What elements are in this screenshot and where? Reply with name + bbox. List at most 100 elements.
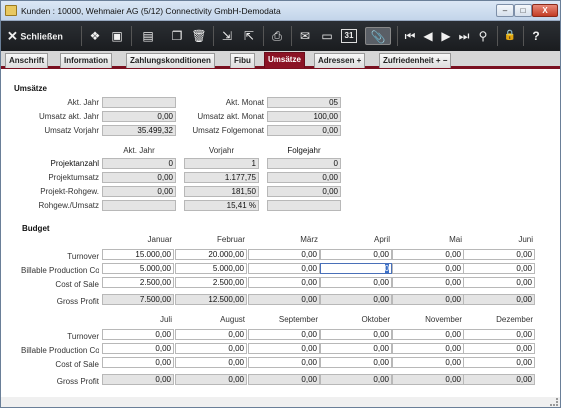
cost-of-sale-cell[interactable]: 0,00	[392, 277, 464, 288]
billable-cell[interactable]: 0	[320, 263, 392, 274]
help-icon[interactable]: ?	[529, 27, 543, 45]
rohgew-umsatz-label: Rohgew./Umsatz	[38, 201, 99, 210]
billable-cell[interactable]: 0,00	[320, 343, 392, 354]
billable-cell[interactable]: 0,00	[463, 263, 535, 274]
minimize-button[interactable]: –	[496, 4, 514, 17]
tab-zufriedenheit[interactable]: Zufriedenheit + −	[379, 53, 452, 68]
document-menu-icon[interactable]: ▤	[137, 27, 159, 45]
billable-cell[interactable]: 5.000,00	[175, 263, 247, 274]
first-record-icon[interactable]: ⏮	[403, 27, 417, 45]
turnover-cell[interactable]: 0,00	[320, 329, 392, 340]
billable-cell[interactable]: 5.000,00	[102, 263, 174, 274]
tab-information[interactable]: Information	[60, 53, 112, 68]
projekt-header-vorjahr: Vorjahr	[208, 146, 235, 155]
tab-adressen[interactable]: Adressen +	[314, 53, 366, 68]
akt-monat-label: Akt. Monat	[225, 98, 264, 107]
window-close-button[interactable]: X	[532, 4, 558, 17]
projekt-rohgew-akt-jahr: 0,00	[102, 186, 176, 197]
tab-anschrift[interactable]: Anschrift	[5, 53, 49, 68]
attach-icon[interactable]: 📎	[365, 27, 391, 45]
tab-zahlungskonditionen[interactable]: Zahlungskonditionen	[126, 53, 215, 68]
billable-cell[interactable]: 0,00	[392, 263, 464, 274]
turnover-cell[interactable]: 0,00	[463, 249, 535, 260]
cost-of-sale-cell[interactable]: 0,00	[175, 357, 247, 368]
month-header: Februar	[216, 235, 245, 244]
search-icon[interactable]: ⚲	[475, 27, 491, 45]
cost-of-sale-cell[interactable]: 2.500,00	[102, 277, 174, 288]
billable-cell[interactable]: 0,00	[102, 343, 174, 354]
turnover-cell[interactable]: 0,00	[175, 329, 247, 340]
turnover-cell[interactable]: 0,00	[463, 329, 535, 340]
turnover-cell[interactable]: 20.000,00	[175, 249, 247, 260]
export-icon[interactable]: ⇱	[241, 27, 257, 45]
turnover-cell[interactable]: 0,00	[392, 329, 464, 340]
billable-cell[interactable]: 0,00	[175, 343, 247, 354]
cost-of-sale-cell[interactable]: 0,00	[392, 357, 464, 368]
resize-grip[interactable]	[550, 398, 558, 406]
billable-cell[interactable]: 0,00	[248, 263, 320, 274]
billable-cell[interactable]: 0,00	[248, 343, 320, 354]
cost-of-sale-label-2: Cost of Sale	[55, 360, 99, 369]
folder-icon	[5, 5, 17, 16]
mail-icon[interactable]: ✉	[297, 27, 313, 45]
previous-record-icon[interactable]: ◀	[421, 27, 435, 45]
gross-profit-cell: 12.500,00	[175, 294, 247, 305]
import-icon[interactable]: ⇲	[219, 27, 235, 45]
calendar-icon[interactable]: 31	[341, 29, 357, 43]
tab-umsaetze[interactable]: Umsätze	[264, 52, 305, 68]
next-record-icon[interactable]: ▶	[439, 27, 453, 45]
projektanzahl-label: Projektanzahl	[50, 159, 99, 168]
lock-icon[interactable]: 🔒	[503, 27, 517, 45]
month-header: Oktober	[361, 315, 390, 324]
window-title: Kunden : 10000, Wehmaier AG (5/12) Conne…	[21, 6, 281, 16]
message-icon[interactable]: ▭	[319, 27, 335, 45]
rohgew-umsatz-vorjahr: 15,41 %	[184, 200, 259, 211]
cost-of-sale-cell[interactable]: 0,00	[320, 357, 392, 368]
umsatz-vorjahr-label: Umsatz Vorjahr	[44, 126, 99, 135]
turnover-label-2: Turnover	[67, 332, 99, 341]
turnover-cell[interactable]: 0,00	[392, 249, 464, 260]
turnover-cell[interactable]: 0,00	[102, 329, 174, 340]
selected-text: 0	[384, 264, 389, 273]
cost-of-sale-cell[interactable]: 2.500,00	[175, 277, 247, 288]
umsatz-vorjahr-field: 35.499,32	[102, 125, 176, 136]
cost-of-sale-cell[interactable]: 0,00	[320, 277, 392, 288]
tab-fibu[interactable]: Fibu	[230, 53, 255, 68]
cost-of-sale-cell[interactable]: 0,00	[463, 277, 535, 288]
copy-icon[interactable]: ❐	[169, 27, 185, 45]
gross-profit-cell: 0,00	[320, 294, 392, 305]
turnover-cell[interactable]: 15.000,00	[102, 249, 174, 260]
month-header: Dezember	[496, 315, 533, 324]
cost-of-sale-cell[interactable]: 0,00	[463, 357, 535, 368]
projektanzahl-folgejahr: 0	[267, 158, 341, 169]
projekt-header-folgejahr: Folgejahr	[287, 146, 321, 155]
turnover-cell[interactable]: 0,00	[320, 249, 392, 260]
billable-cell[interactable]: 0,00	[463, 343, 535, 354]
customer-window: Kunden : 10000, Wehmaier AG (5/12) Conne…	[0, 0, 561, 408]
gross-profit-cell: 0,00	[175, 374, 247, 385]
month-header: Juli	[159, 315, 172, 324]
cost-of-sale-cell[interactable]: 0,00	[248, 357, 320, 368]
projektanzahl-akt-jahr: 0	[102, 158, 176, 169]
month-header: August	[220, 315, 245, 324]
new-icon[interactable]: ❖	[87, 27, 103, 45]
save-icon[interactable]: ▣	[109, 27, 125, 45]
umsatz-akt-monat-field: 100,00	[267, 111, 341, 122]
cost-of-sale-cell[interactable]: 0,00	[102, 357, 174, 368]
projektumsatz-folgejahr: 0,00	[267, 172, 341, 183]
delete-icon[interactable]: 🗑	[191, 27, 207, 45]
umsatz-folgemonat-field: 0,00	[267, 125, 341, 136]
cost-of-sale-cell[interactable]: 0,00	[248, 277, 320, 288]
last-record-icon[interactable]: ⏭	[457, 27, 471, 45]
turnover-cell[interactable]: 0,00	[248, 329, 320, 340]
rohgew-umsatz-folgejahr	[267, 200, 341, 211]
status-bar	[1, 397, 560, 407]
maximize-button[interactable]: □	[514, 4, 532, 17]
print-icon[interactable]: ⎙	[269, 27, 285, 45]
projektanzahl-vorjahr: 1	[184, 158, 259, 169]
turnover-cell[interactable]: 0,00	[248, 249, 320, 260]
close-button[interactable]: ✕ Schließen	[7, 27, 77, 45]
gross-profit-label-2: Gross Profit	[56, 377, 99, 386]
gross-profit-cell: 0,00	[248, 294, 320, 305]
billable-cell[interactable]: 0,00	[392, 343, 464, 354]
